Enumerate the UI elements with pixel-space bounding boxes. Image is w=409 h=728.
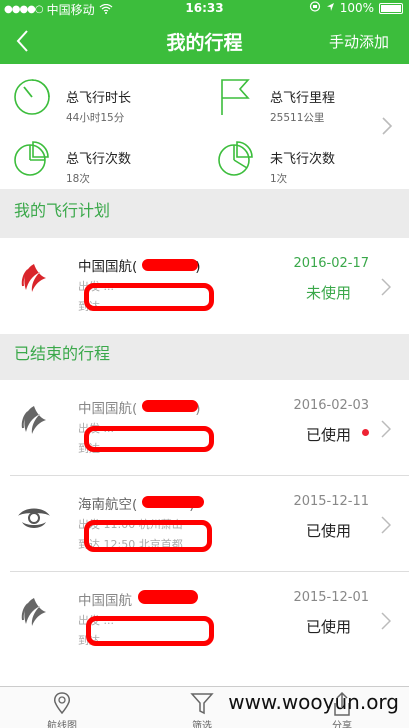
trip-date: 2016-02-17 [293,256,369,271]
section-header-plan: 我的飞行计划 [14,201,111,220]
stat-value: 1次 [270,173,288,185]
stat-label: 总飞行里程 [270,91,336,106]
chevron-right-icon [381,516,391,534]
status-bar: ●●●●○ 中国移动 16:33 100% [0,0,409,18]
hainan-airlines-logo-icon [18,508,50,528]
stat-label: 总飞行时长 [66,91,132,106]
trip-status: 未使用 [305,284,351,302]
airline-name: 海南航空( [78,497,138,513]
tab-label: 航线图 [47,721,77,728]
trip-status: 已使用 [305,618,351,636]
redaction-mark [142,259,198,271]
redaction-mark [142,496,204,508]
location-icon [326,1,335,15]
tab-label: 分享 [332,721,352,728]
clock-icon [14,79,50,115]
filter-funnel-icon [190,693,214,715]
lock-rotation-icon [309,1,321,15]
stat-value: 18次 [66,173,90,185]
airline-name: 中国国航 [78,593,132,609]
nav-bar: 我的行程 手动添加 [0,18,409,64]
redaction-mark [84,283,214,311]
trip-card[interactable]: 中国国航() 出发 ... 到达 ... 2016-02-17 未使用 [0,238,409,334]
stat-value: 44小时15分 [66,112,125,124]
stat-total-flights: 总飞行次数 18次 [12,134,192,185]
stat-value: 25511公里 [270,112,325,124]
section-header-done: 已结束的行程 [14,344,111,363]
battery-percent: 100% [339,1,374,15]
map-pin-icon [54,692,70,715]
tab-route-map[interactable]: 航线图 [12,687,112,728]
flag-icon [221,79,250,115]
redaction-mark [84,520,212,552]
stat-unflown-count: 未飞行次数 1次 [216,134,396,185]
watermark: www.wooyun.org [228,690,399,714]
airline-name: 中国国航( [78,401,138,417]
chevron-right-icon [381,420,391,438]
air-china-logo-icon [21,598,46,626]
trip-status: 已使用 [305,522,351,540]
redaction-mark [138,590,198,604]
trip-card[interactable]: 中国国航() 出发 ... 到达 ... 2016-02-03 已使用 [0,380,409,476]
chevron-right-icon [381,278,391,296]
tab-label: 筛选 [192,721,212,728]
manual-add-button[interactable]: 手动添加 [329,31,389,52]
battery-icon [379,2,403,14]
stat-total-distance: 总飞行里程 25511公里 [216,73,396,124]
chevron-right-icon [382,117,393,135]
unread-dot [362,429,369,436]
stat-label: 未飞行次数 [270,152,336,167]
flight-stats-panel[interactable]: 总飞行时长 44小时15分 总飞行里程 25511公里 总飞行次数 18次 未飞… [0,64,409,189]
pie-chart-icon [218,141,253,176]
redaction-mark [84,426,214,452]
trip-date: 2015-12-01 [293,590,369,605]
trip-date: 2016-02-03 [293,398,369,413]
trip-status: 已使用 [305,426,351,444]
air-china-logo-icon [21,264,46,292]
trip-card[interactable]: 海南航空() 出发 11:00 杭州萧山 到达 12:50 北京首都 2015-… [0,476,409,572]
redaction-mark [142,400,198,412]
chevron-right-icon [381,612,391,630]
stat-total-duration: 总飞行时长 44小时15分 [12,73,192,124]
airline-name: 中国国航( [78,259,138,275]
pie-chart-icon [14,141,49,176]
trip-card[interactable]: 中国国航 出发 ... 到达 ... 2015-12-01 已使用 [0,572,409,686]
air-china-logo-icon [21,406,46,434]
redaction-mark [86,616,214,646]
stat-label: 总飞行次数 [66,152,132,167]
trip-date: 2015-12-11 [293,494,369,509]
